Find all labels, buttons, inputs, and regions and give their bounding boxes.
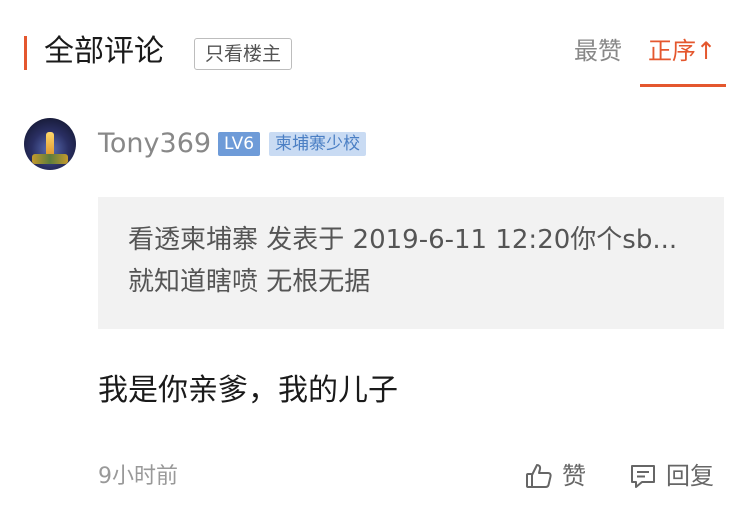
quoted-text: 看透柬埔寨 发表于 2019-6-11 12:20你个sb... 就知道瞎喷 无…	[128, 225, 678, 297]
comment-icon	[628, 461, 658, 491]
reply-label: 回复	[666, 462, 714, 490]
comment-timestamp: 9小时前	[98, 464, 178, 489]
thumbs-up-icon	[524, 461, 554, 491]
title-badge: 柬埔寨少校	[269, 132, 366, 156]
op-only-filter-button[interactable]: 只看楼主	[194, 38, 293, 70]
reply-button[interactable]: 回复	[628, 458, 714, 494]
comments-header: 全部评论 只看楼主 最赞 正序↑	[0, 0, 750, 100]
page-title: 全部评论	[44, 34, 164, 69]
avatar[interactable]	[24, 118, 76, 170]
sort-order-label: 正序	[648, 37, 696, 65]
like-button[interactable]: 赞	[524, 458, 586, 494]
avatar-base-shape	[32, 154, 68, 164]
username[interactable]: Tony369	[98, 127, 211, 161]
active-tab-underline	[640, 84, 726, 87]
level-badge: LV6	[218, 132, 261, 156]
quoted-reply-box[interactable]: 看透柬埔寨 发表于 2019-6-11 12:20你个sb... 就知道瞎喷 无…	[98, 197, 724, 329]
comment-body: 我是你亲爹，我的儿子	[98, 373, 398, 408]
sort-by-likes-tab[interactable]: 最赞	[574, 34, 622, 68]
sort-chronological-tab[interactable]: 正序↑	[648, 34, 716, 68]
section-accent-bar	[24, 36, 27, 70]
arrow-up-icon: ↑	[696, 37, 717, 65]
like-label: 赞	[562, 462, 586, 490]
